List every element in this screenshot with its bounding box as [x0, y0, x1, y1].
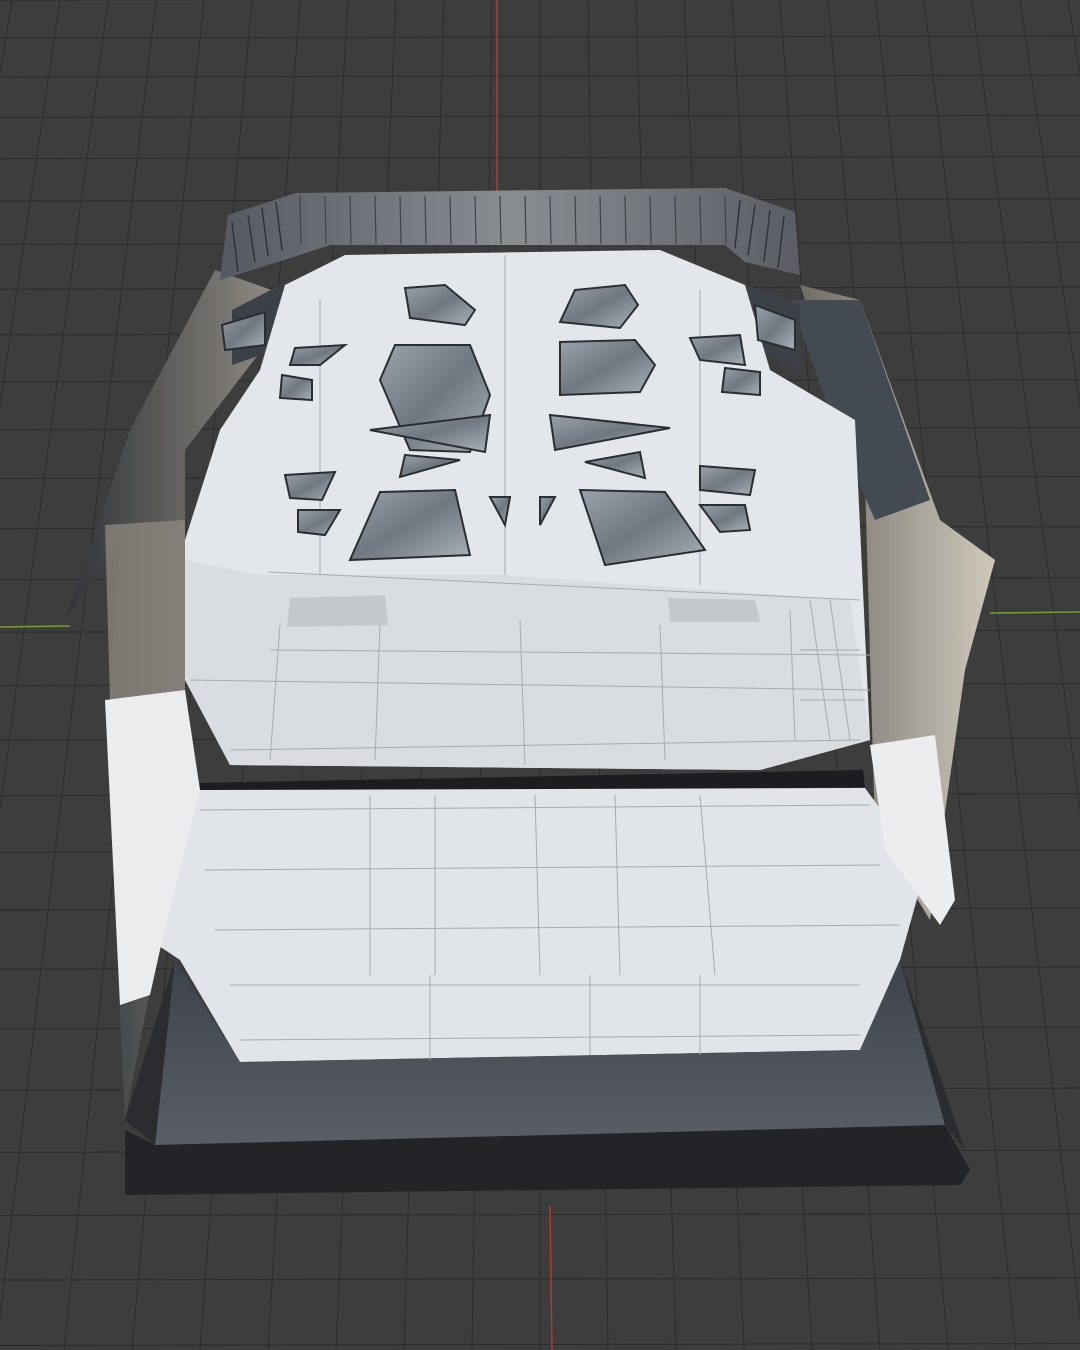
viewport-canvas[interactable]	[0, 0, 1080, 1350]
grid-line-v	[971, 0, 1080, 814]
grid-line-v	[0, 0, 13, 77]
grid-line-v	[0, 0, 61, 409]
grid-line-v	[1019, 0, 1080, 409]
y-axis-line-bottom	[549, 1204, 553, 1350]
cutout-window	[699, 464, 757, 497]
cutout-window	[278, 373, 313, 402]
right-vent-plate	[668, 598, 760, 622]
x-axis-line-right	[989, 611, 1080, 614]
x-axis-line-left	[0, 625, 71, 628]
grid-line-v	[0, 0, 109, 814]
front-deck	[130, 770, 925, 1062]
3d-viewport[interactable]	[0, 0, 1080, 1350]
grid-line-v	[1067, 0, 1080, 77]
cutout-window	[720, 366, 761, 397]
left-vent-plate	[287, 595, 388, 627]
cutout-window	[559, 338, 657, 397]
vehicle-model[interactable]	[65, 188, 995, 1195]
